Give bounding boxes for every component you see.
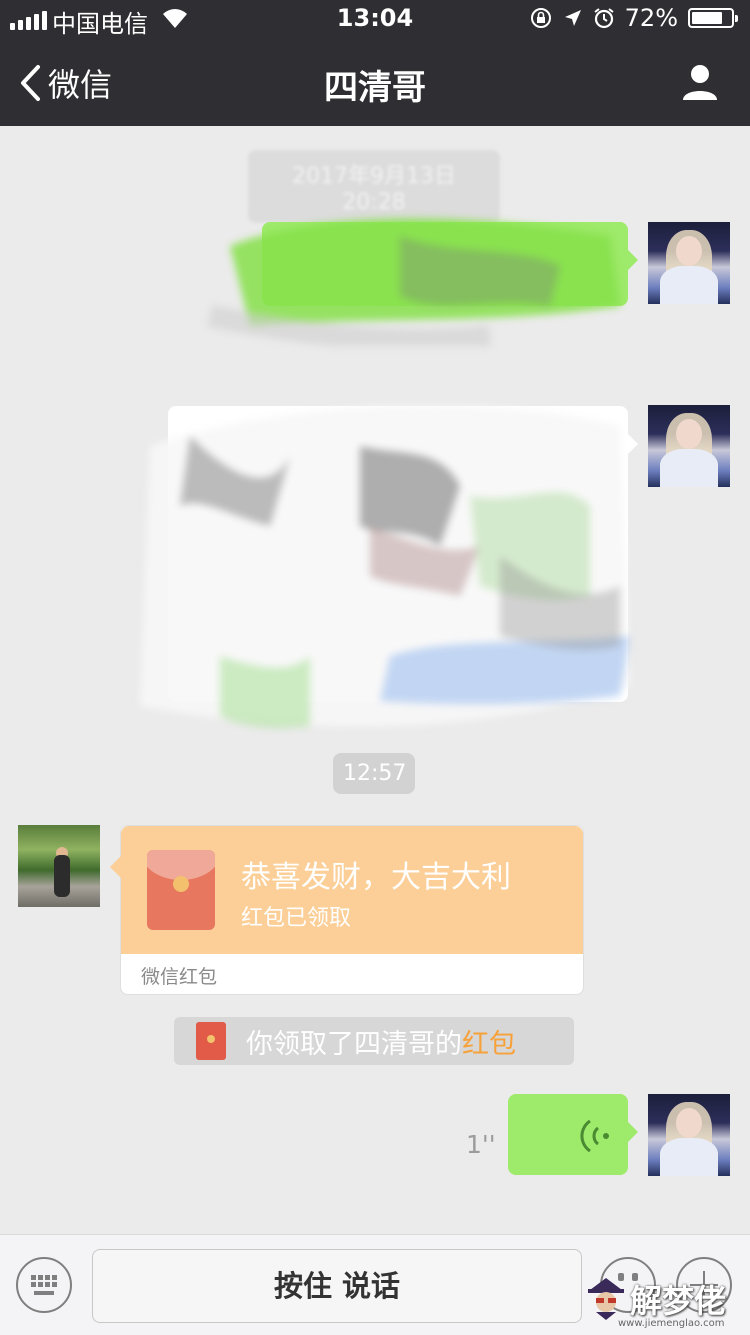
- voice-duration: 1'': [466, 1130, 496, 1159]
- red-envelope-icon: [147, 850, 215, 930]
- detective-logo-icon: [588, 1278, 624, 1320]
- timestamp-mid: 12:57: [333, 753, 415, 794]
- red-packet-footer: 微信红包: [141, 966, 218, 988]
- watermark-url: www.jiemenglao.com: [618, 1318, 725, 1329]
- notice-link[interactable]: 红包: [462, 1029, 516, 1060]
- profile-icon[interactable]: [680, 62, 720, 102]
- scribble-redaction: [207, 218, 620, 346]
- watermark: 解梦佬 www.jiemenglao.com: [584, 1274, 750, 1334]
- chat-title: 四清哥: [324, 68, 426, 108]
- scribble-redaction: [140, 405, 630, 728]
- red-packet-notice: 你领取了四清哥的红包: [174, 1017, 574, 1065]
- voice-wave-icon: [580, 1119, 609, 1153]
- top-bar: 中国电信 13:04 72% 微信 四清哥: [0, 0, 750, 126]
- keyboard-toggle-button[interactable]: [16, 1257, 72, 1313]
- red-packet-title: 恭喜发财，大吉大利: [241, 860, 511, 895]
- my-avatar[interactable]: [648, 1094, 730, 1176]
- rotation-lock-icon: [530, 8, 551, 28]
- red-packet-status: 红包已领取: [241, 906, 352, 931]
- status-bar: 中国电信 13:04 72%: [0, 0, 750, 40]
- red-packet-message[interactable]: 恭喜发财，大吉大利 红包已领取 微信红包: [110, 825, 584, 995]
- watermark-text: 解梦佬: [630, 1282, 727, 1320]
- battery-percent: 72%: [624, 4, 678, 32]
- my-avatar[interactable]: [648, 405, 730, 487]
- keyboard-icon: [31, 1275, 57, 1287]
- chat-area[interactable]: 2017年9月13日 20:28 12:57 恭喜发财，大吉大利 红包已领取 微…: [0, 126, 750, 1234]
- my-avatar[interactable]: [648, 222, 730, 304]
- battery-icon: [688, 8, 738, 28]
- red-envelope-small-icon: [196, 1022, 226, 1060]
- location-icon: [564, 10, 581, 26]
- notice-text: 你领取了四清哥的: [246, 1028, 462, 1060]
- alarm-icon: [594, 8, 614, 29]
- contact-avatar[interactable]: [18, 825, 100, 907]
- hold-to-talk-button[interactable]: 按住 说话: [92, 1249, 582, 1323]
- nav-bar: 微信 四清哥: [0, 40, 750, 126]
